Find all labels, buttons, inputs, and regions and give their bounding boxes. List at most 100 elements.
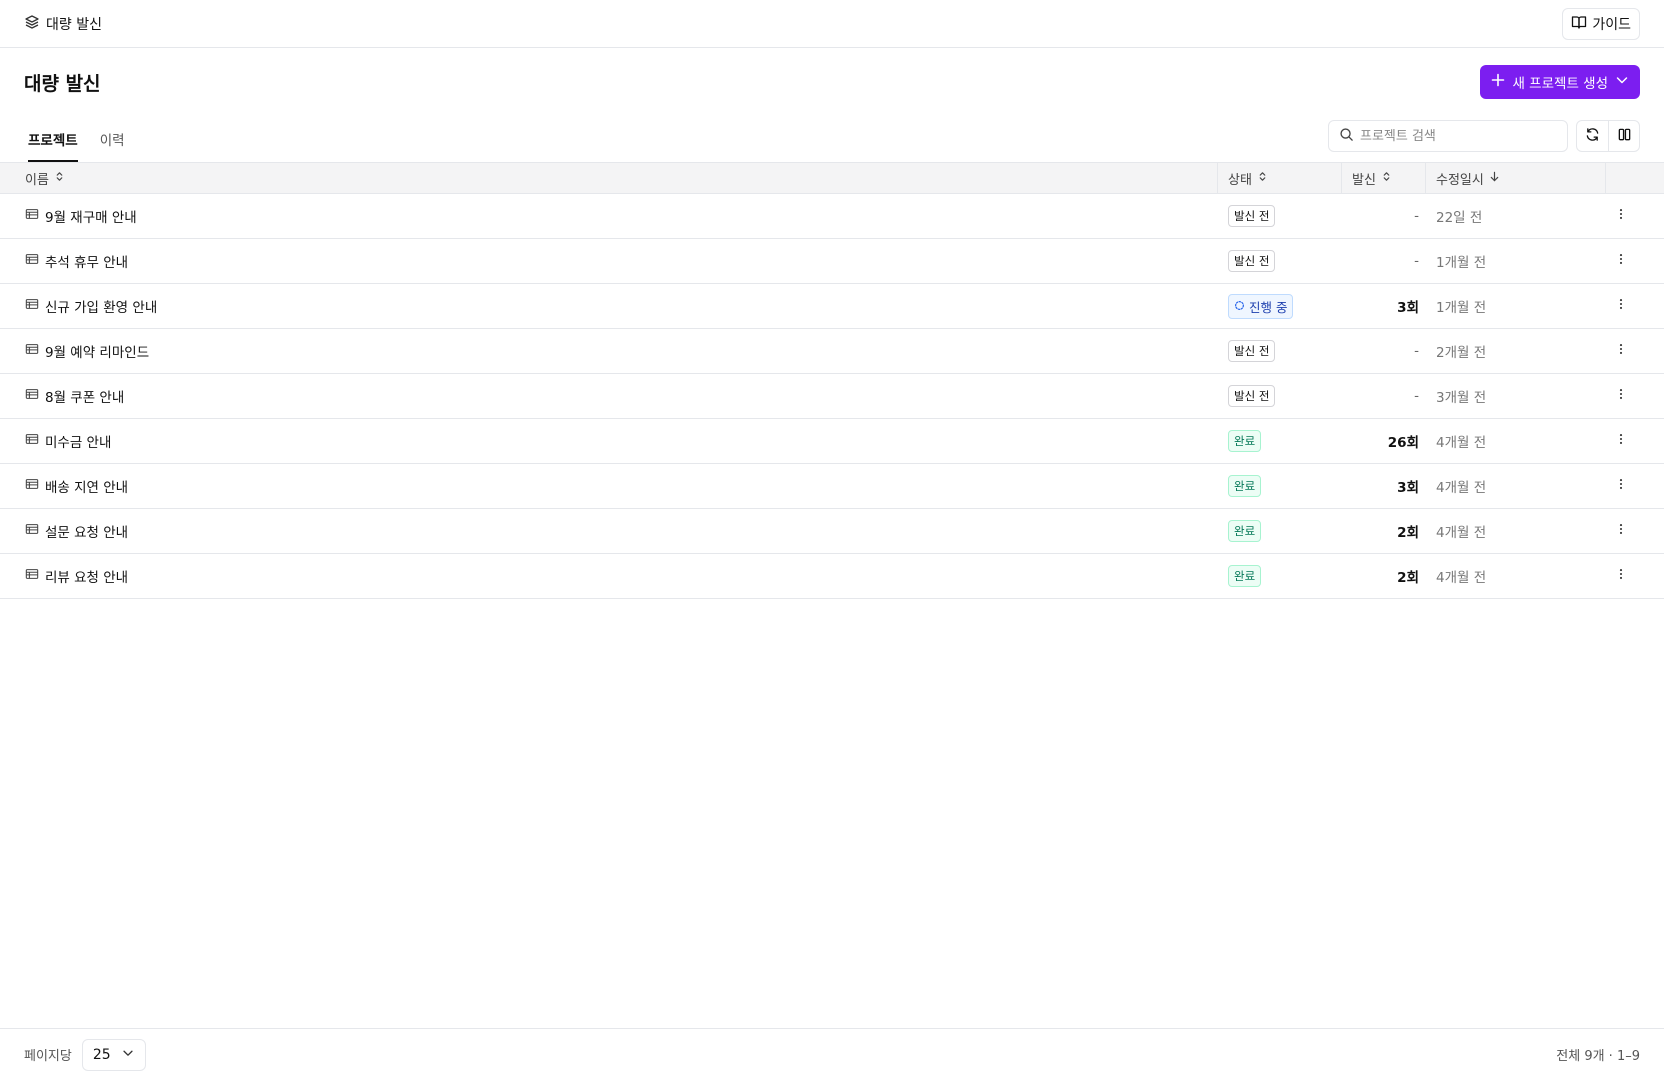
modified-date: 3개월 전	[1436, 390, 1487, 406]
project-name: 9월 재구매 안내	[45, 210, 137, 226]
status-label: 완료	[1234, 434, 1256, 448]
columns-button[interactable]	[1608, 121, 1639, 151]
pagination-summary: 전체 9개 · 1–9	[1556, 1049, 1640, 1064]
column-header-send[interactable]: 발신	[1342, 163, 1426, 193]
status-cell: 진행 중	[1218, 284, 1342, 328]
column-header-modified[interactable]: 수정일시	[1426, 163, 1606, 193]
status-cell: 완료	[1218, 419, 1342, 463]
status-label: 완료	[1234, 569, 1256, 583]
project-name-cell[interactable]: 9월 예약 리마인드	[0, 329, 1218, 373]
project-name-cell[interactable]: 추석 휴무 안내	[0, 239, 1218, 283]
per-page-label: 페이지당	[24, 1049, 72, 1064]
table-row[interactable]: 9월 예약 리마인드 발신 전 - 2개월 전	[0, 329, 1664, 374]
column-header-actions	[1606, 163, 1664, 193]
more-vertical-icon	[1614, 297, 1628, 315]
project-name: 배송 지연 안내	[45, 480, 129, 496]
tab-history[interactable]: 이력	[100, 116, 125, 162]
search-box[interactable]	[1328, 120, 1568, 152]
row-menu-button[interactable]	[1606, 419, 1664, 463]
table-row[interactable]: 9월 재구매 안내 발신 전 - 22일 전	[0, 194, 1664, 239]
status-cell: 발신 전	[1218, 239, 1342, 283]
row-menu-button[interactable]	[1606, 329, 1664, 373]
project-name-cell[interactable]: 8월 쿠폰 안내	[0, 374, 1218, 418]
status-badge: 발신 전	[1228, 340, 1276, 362]
status-label: 완료	[1234, 479, 1256, 493]
table-header: 이름 상태 발신 수정일시	[0, 162, 1664, 194]
plus-icon	[1490, 72, 1506, 92]
status-badge: 완료	[1228, 475, 1262, 497]
project-name-cell[interactable]: 설문 요청 안내	[0, 509, 1218, 553]
project-name: 8월 쿠폰 안내	[45, 390, 125, 406]
send-count: 3회	[1397, 480, 1419, 496]
row-menu-button[interactable]	[1606, 374, 1664, 418]
more-vertical-icon	[1614, 477, 1628, 495]
table-icon	[25, 342, 39, 360]
top-bar: 대량 발신 가이드	[0, 0, 1664, 48]
sort-icon	[1257, 171, 1268, 186]
project-name-cell[interactable]: 신규 가입 환영 안내	[0, 284, 1218, 328]
status-badge: 완료	[1228, 565, 1262, 587]
project-name: 신규 가입 환영 안내	[45, 300, 158, 316]
table-row[interactable]: 배송 지연 안내 완료 3회 4개월 전	[0, 464, 1664, 509]
modified-date: 1개월 전	[1436, 255, 1487, 271]
project-name-cell[interactable]: 리뷰 요청 안내	[0, 554, 1218, 598]
table-row[interactable]: 설문 요청 안내 완료 2회 4개월 전	[0, 509, 1664, 554]
status-badge: 완료	[1228, 430, 1262, 452]
table-row[interactable]: 미수금 안내 완료 26회 4개월 전	[0, 419, 1664, 464]
send-count: -	[1414, 208, 1419, 224]
status-label: 발신 전	[1234, 254, 1270, 268]
more-vertical-icon	[1614, 387, 1628, 405]
send-count: -	[1414, 343, 1419, 359]
per-page-control: 페이지당 25	[24, 1038, 146, 1071]
per-page-select[interactable]: 25	[81, 1038, 146, 1071]
guide-button[interactable]: 가이드	[1562, 7, 1640, 40]
row-menu-button[interactable]	[1606, 284, 1664, 328]
chevron-down-icon	[1614, 72, 1630, 92]
tabs: 프로젝트 이력	[24, 116, 125, 162]
send-count: 2회	[1397, 570, 1419, 586]
row-menu-button[interactable]	[1606, 554, 1664, 598]
status-cell: 발신 전	[1218, 194, 1342, 238]
modified-date: 4개월 전	[1436, 435, 1487, 451]
table-row[interactable]: 추석 휴무 안내 발신 전 - 1개월 전	[0, 239, 1664, 284]
search-input[interactable]	[1360, 128, 1557, 144]
row-menu-button[interactable]	[1606, 239, 1664, 283]
project-name-cell[interactable]: 미수금 안내	[0, 419, 1218, 463]
sort-desc-icon	[1489, 171, 1500, 186]
project-name-cell[interactable]: 9월 재구매 안내	[0, 194, 1218, 238]
more-vertical-icon	[1614, 342, 1628, 360]
pagination-footer: 페이지당 25 전체 9개 · 1–9	[0, 1028, 1664, 1080]
columns-icon	[1617, 127, 1632, 146]
table-row[interactable]: 신규 가입 환영 안내 진행 중 3회 1개월 전	[0, 284, 1664, 329]
more-vertical-icon	[1614, 207, 1628, 225]
project-name-cell[interactable]: 배송 지연 안내	[0, 464, 1218, 508]
modified-date: 22일 전	[1436, 210, 1483, 226]
book-icon	[1571, 14, 1587, 34]
tab-projects[interactable]: 프로젝트	[28, 116, 78, 162]
row-menu-button[interactable]	[1606, 194, 1664, 238]
column-header-status[interactable]: 상태	[1218, 163, 1342, 193]
search-icon	[1339, 127, 1354, 146]
projects-table: 이름 상태 발신 수정일시 9월 재구매 안내 발신 전 - 22일 전 추석 …	[0, 162, 1664, 599]
loading-icon	[1234, 299, 1245, 314]
status-cell: 완료	[1218, 554, 1342, 598]
column-status-label: 상태	[1228, 172, 1252, 188]
status-badge: 발신 전	[1228, 250, 1276, 272]
row-menu-button[interactable]	[1606, 509, 1664, 553]
brand[interactable]: 대량 발신	[24, 14, 102, 34]
per-page-value: 25	[92, 1046, 111, 1063]
table-body: 9월 재구매 안내 발신 전 - 22일 전 추석 휴무 안내 발신 전 - 1…	[0, 194, 1664, 599]
table-action-group	[1576, 120, 1640, 152]
more-vertical-icon	[1614, 522, 1628, 540]
column-modified-label: 수정일시	[1436, 172, 1484, 188]
modified-date: 4개월 전	[1436, 570, 1487, 586]
refresh-button[interactable]	[1577, 121, 1608, 151]
table-row[interactable]: 8월 쿠폰 안내 발신 전 - 3개월 전	[0, 374, 1664, 419]
table-row[interactable]: 리뷰 요청 안내 완료 2회 4개월 전	[0, 554, 1664, 599]
column-header-name[interactable]: 이름	[0, 163, 1218, 193]
row-menu-button[interactable]	[1606, 464, 1664, 508]
new-project-button[interactable]: 새 프로젝트 생성	[1480, 65, 1640, 99]
status-cell: 발신 전	[1218, 374, 1342, 418]
modified-date: 2개월 전	[1436, 345, 1487, 361]
project-name: 9월 예약 리마인드	[45, 345, 150, 361]
